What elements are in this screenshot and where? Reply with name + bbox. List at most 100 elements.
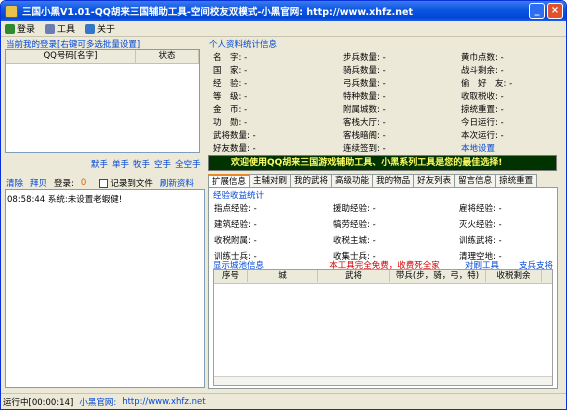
app-icon <box>5 4 18 18</box>
stat-cities: 附属城数: - <box>343 103 386 115</box>
stat-label: 等 级: <box>213 92 242 102</box>
stat-value: - <box>382 144 386 154</box>
menu-about-label: 关于 <box>97 25 116 35</box>
exp-label: 雇将经验: <box>459 204 496 214</box>
stat-steal: 偷 好 友: - <box>461 77 512 89</box>
login-label: 登录: <box>54 179 74 189</box>
col-city[interactable]: 城 <box>248 270 318 282</box>
local-settings-link[interactable]: 本地设置 <box>461 142 495 154</box>
stat-value: - <box>382 92 386 102</box>
stat-label: 弓兵数量: <box>343 79 380 89</box>
exp-stats-title: 经验收益统计 <box>213 191 265 201</box>
checkbox-icon <box>99 178 109 188</box>
tab-messages[interactable]: 留言信息 <box>454 174 497 188</box>
stats-title: 个人资料统计信息 <box>209 40 278 50</box>
stat-value: - <box>382 131 386 141</box>
tools-icon <box>45 23 56 34</box>
stat-label: 客栈暗阁: <box>343 131 380 141</box>
stat-value: - <box>244 79 248 89</box>
stat-value: - <box>244 118 248 128</box>
stat-infantry: 步兵数量: - <box>343 51 386 63</box>
close-icon[interactable]: × <box>547 3 563 19</box>
horizontal-scrollbar[interactable] <box>214 376 552 385</box>
stat-value: - <box>500 53 504 63</box>
tail-button[interactable]: 拜贝 <box>30 177 47 189</box>
stat-cavalry: 骑兵数量: - <box>343 64 386 76</box>
stat-label: 本次运行: <box>461 131 498 141</box>
exp-label: 训练武将: <box>459 236 496 246</box>
stat-friends: 好友数量: - <box>213 142 256 154</box>
tab-friends[interactable]: 好友列表 <box>413 174 456 188</box>
tab-items[interactable]: 我的物品 <box>372 174 415 188</box>
tab-brush[interactable]: 主辅对刷 <box>249 174 292 188</box>
quick-link[interactable]: 牧手 <box>133 158 150 170</box>
accounts-header: QQ号码[名字] 状态 <box>6 50 199 64</box>
stat-special: 特种数量: - <box>343 90 386 102</box>
accounts-list[interactable]: QQ号码[名字] 状态 <box>5 49 200 153</box>
col-tax-left[interactable]: 收税剩余 <box>486 270 542 282</box>
col-index[interactable]: 序号 <box>214 270 248 282</box>
exp-value: - <box>498 204 502 214</box>
tab-generals[interactable]: 我的武将 <box>290 174 333 188</box>
stat-label: 客栈大厅: <box>343 118 380 128</box>
quick-link[interactable]: 默手 <box>91 158 108 170</box>
stat-today: 今日运行: - <box>461 116 504 128</box>
stat-session: 本次运行: - <box>461 129 504 141</box>
clear-button[interactable]: 清除 <box>6 177 23 189</box>
minimize-icon[interactable]: _ <box>529 3 545 19</box>
stat-label: 名 字: <box>213 53 242 63</box>
menu-login[interactable]: 登录 <box>5 22 35 35</box>
col-troops[interactable]: 带兵(步，骑，弓，特) <box>390 270 486 282</box>
stat-name: 名 字: - <box>213 51 247 63</box>
menu-about[interactable]: 关于 <box>85 22 115 35</box>
tab-advanced[interactable]: 高级功能 <box>331 174 374 188</box>
stat-value: - <box>382 66 386 76</box>
stat-battles: 战斗剩余: - <box>461 64 504 76</box>
log-area[interactable]: 08:58:44 系统:未设置老蝦健! <box>5 189 205 388</box>
exp-cell: 灭火经验: - <box>459 218 502 230</box>
stat-label: 偷 好 友: <box>461 79 507 89</box>
stat-label: 步兵数量: <box>343 53 380 63</box>
menu-login-label: 登录 <box>17 25 36 35</box>
record-file-checkbox[interactable]: 记录到文件 <box>99 177 153 189</box>
exp-cell: 援助经验: - <box>333 202 376 214</box>
col-general[interactable]: 武将 <box>318 270 390 282</box>
stat-label: 黄巾点数: <box>461 53 498 63</box>
city-grid[interactable]: 序号 城 武将 带兵(步，骑，弓，特) 收税剩余 <box>213 269 553 386</box>
stat-country: 国 家: - <box>213 64 247 76</box>
stat-inn-secret: 客栈暗阁: - <box>343 129 386 141</box>
stat-yellow: 黄巾点数: - <box>461 51 504 63</box>
col-status[interactable]: 状态 <box>136 50 199 64</box>
quick-link[interactable]: 空手 <box>154 158 171 170</box>
col-qq[interactable]: QQ号码[名字] <box>6 50 136 64</box>
menu-tools[interactable]: 工具 <box>45 22 75 35</box>
exp-cell: 雇将经验: - <box>459 202 502 214</box>
exp-cell: 建筑经验: - <box>214 218 257 230</box>
title-bar[interactable]: 三国小黑V1.01-QQ胡来三国辅助工具-空间校友双模式-小黑官网: http:… <box>1 1 566 21</box>
stat-label: 好友数量: <box>213 144 250 154</box>
stat-label: 武将数量: <box>213 131 250 141</box>
stat-value: - <box>244 92 248 102</box>
stat-label: 战斗剩余: <box>461 66 498 76</box>
stat-tax: 收取税收: - <box>461 90 504 102</box>
exp-label: 收税附属: <box>214 236 251 246</box>
exp-cell: 指点经验: - <box>214 202 257 214</box>
exp-label: 灭火经验: <box>459 220 496 230</box>
site-url-link[interactable]: http://www.xhfz.net <box>122 397 205 407</box>
window-controls: _ × <box>529 3 563 19</box>
tab-reset[interactable]: 掠统重置 <box>495 174 538 188</box>
quick-link[interactable]: 全空手 <box>175 158 201 170</box>
quick-link[interactable]: 单手 <box>112 158 129 170</box>
refresh-button[interactable]: 刷新资料 <box>160 177 194 189</box>
stat-value: - <box>382 79 386 89</box>
status-bar: 运行中[00:00:14] 小黑官网: http://www.xhfz.net <box>1 393 566 409</box>
stat-label: 特种数量: <box>343 92 380 102</box>
ext-info-panel: 经验收益统计 指点经验: - 援助经验: - 雇将经验: - 建筑经验: - 犒… <box>208 187 558 389</box>
exp-cell: 犒劳经验: - <box>333 218 376 230</box>
login-count: 0 <box>80 178 87 188</box>
exp-label: 收税主城: <box>333 236 370 246</box>
exp-cell: 训练武将: - <box>459 234 502 246</box>
exp-value: - <box>372 204 376 214</box>
stat-label: 功 勋: <box>213 118 242 128</box>
stat-exp: 经 验: - <box>213 77 247 89</box>
